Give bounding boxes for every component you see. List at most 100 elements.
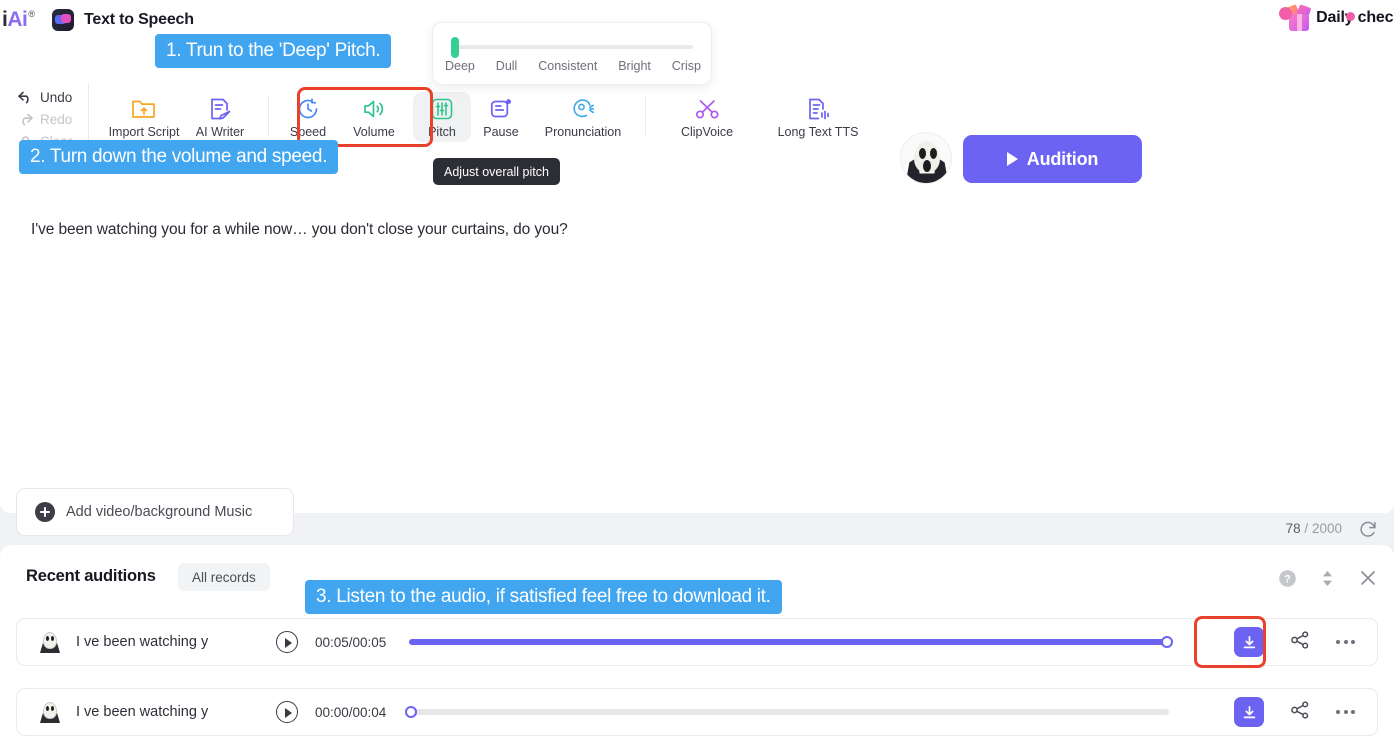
pitch-label-bright: Bright [618, 59, 651, 73]
help-icon: ? [1279, 569, 1296, 587]
tool-label: Import Script [108, 125, 180, 139]
audition-time: 00:05/00:05 [315, 634, 387, 650]
daily-check-label: Daily check [1316, 9, 1394, 26]
app-root: i Ai ® Text to Speech Daily check Undo R… [0, 0, 1394, 754]
page-title: Text to Speech [83, 11, 194, 28]
svg-text:?: ? [1284, 573, 1291, 585]
more-options-icon [1336, 710, 1340, 714]
recent-auditions-panel: Recent auditions All records ? I ve been… [0, 545, 1394, 754]
audio-seek-bar[interactable] [409, 636, 1173, 648]
editor-panel: Undo Redo Clear [0, 40, 1394, 537]
avatar-mouth [923, 160, 931, 172]
refresh-icon [1360, 521, 1376, 537]
sort-updown-icon [1323, 570, 1332, 586]
pitch-slider-track[interactable] [453, 45, 693, 49]
daily-check-dot-left [1279, 7, 1292, 20]
share-icon [1291, 630, 1309, 649]
brand-logo[interactable]: i Ai ® [2, 8, 35, 32]
audition-time: 00:00/00:04 [315, 704, 387, 720]
download-icon [1243, 705, 1255, 718]
daily-check-dot-right [1346, 12, 1355, 21]
close-panel-button[interactable] [1358, 568, 1378, 593]
callout-step-3: 3. Listen to the audio, if satisfied fee… [305, 580, 782, 614]
daily-check-button[interactable]: Daily check [1284, 4, 1394, 32]
audition-name: I ve been watching y [76, 704, 209, 720]
logo-registered-mark: ® [28, 9, 35, 19]
audition-label: Audition [1026, 148, 1099, 169]
toolbar-divider-2 [645, 97, 646, 137]
recent-auditions-title: Recent auditions [26, 567, 156, 585]
voice-avatar[interactable] [900, 132, 952, 184]
play-icon [1006, 152, 1018, 166]
tool-label: ClipVoice [680, 125, 734, 139]
ai-writer-icon [211, 98, 231, 120]
share-icon [1291, 700, 1309, 719]
more-options-icon [1336, 640, 1340, 644]
char-separator: / [1304, 521, 1309, 536]
auditions-header-icons: ? [1278, 568, 1378, 593]
audition-name: I ve been watching y [76, 634, 209, 650]
table-row[interactable]: I ve been watching y 00:05/00:05 [16, 618, 1378, 666]
long-text-tts-icon [809, 98, 829, 120]
tool-label: Long Text TTS [777, 125, 859, 139]
refresh-button[interactable] [1358, 519, 1378, 544]
character-counter: 78 / 2000 [1286, 521, 1342, 536]
more-options-button[interactable] [1336, 710, 1355, 714]
pronunciation-icon [573, 99, 595, 118]
close-icon [1361, 571, 1375, 585]
pitch-label-crisp: Crisp [671, 59, 701, 73]
share-button[interactable] [1290, 630, 1310, 655]
seek-fill [409, 639, 1167, 645]
pitch-label-dull: Dull [495, 59, 518, 73]
download-button[interactable] [1234, 697, 1264, 727]
row-play-button[interactable] [276, 701, 298, 723]
all-records-button[interactable]: All records [178, 563, 270, 591]
pitch-tooltip: Adjust overall pitch [433, 158, 560, 185]
row-avatar [39, 631, 61, 653]
table-row[interactable]: I ve been watching y 00:00/00:04 [16, 688, 1378, 736]
pitch-slider-popup: Deep Dull Consistent Bright Crisp [432, 22, 712, 85]
pause-icon [490, 99, 511, 118]
share-button[interactable] [1290, 700, 1310, 725]
row-avatar [39, 701, 61, 723]
tool-pronunciation[interactable]: Pronunciation [531, 92, 635, 142]
sort-button[interactable] [1320, 569, 1335, 593]
highlight-box-download [1194, 616, 1266, 668]
pitch-label-deep: Deep [445, 59, 475, 73]
callout-step-2: 2. Turn down the volume and speed. [19, 140, 339, 174]
pitch-icon [431, 98, 453, 120]
char-count: 78 [1285, 521, 1301, 536]
highlight-box-speed-volume [297, 87, 433, 147]
avatar-eye-right [930, 148, 937, 159]
help-button[interactable]: ? [1278, 569, 1297, 593]
tool-ai-writer[interactable]: AI Writer [180, 92, 260, 142]
more-options-button[interactable] [1336, 640, 1355, 644]
pitch-label-consistent: Consistent [538, 59, 598, 73]
audio-seek-bar[interactable] [405, 706, 1169, 718]
plus-icon [35, 502, 55, 522]
pitch-slider-handle[interactable] [451, 37, 459, 58]
avatar-eye-left [919, 148, 926, 159]
clipvoice-icon [695, 100, 719, 119]
audition-button[interactable]: Audition [963, 135, 1142, 183]
tool-long-text-tts[interactable]: Long Text TTS [768, 92, 868, 142]
callout-step-1: 1. Trun to the 'Deep' Pitch. [155, 34, 392, 68]
import-script-icon [132, 100, 155, 118]
add-media-button[interactable]: Add video/background Music [16, 488, 294, 536]
pitch-scale-labels: Deep Dull Consistent Bright Crisp [445, 59, 701, 73]
add-media-label: Add video/background Music [66, 504, 253, 520]
toolbar-divider-1 [268, 97, 269, 137]
tool-label: AI Writer [195, 125, 245, 139]
seek-handle[interactable] [1161, 636, 1173, 648]
row-play-button[interactable] [276, 631, 298, 653]
text-to-speech-app-icon [51, 9, 74, 31]
seek-handle[interactable] [405, 706, 417, 718]
tool-label: Pronunciation [544, 125, 622, 139]
logo-letter-ai: Ai [7, 8, 28, 31]
tool-clipvoice[interactable]: ClipVoice [666, 92, 748, 142]
script-text[interactable]: I've been watching you for a while now… … [31, 221, 568, 239]
char-limit: 2000 [1311, 521, 1342, 536]
row-actions [1234, 697, 1377, 727]
tool-pause[interactable]: Pause [471, 92, 531, 142]
tool-import-script[interactable]: Import Script [108, 92, 180, 142]
